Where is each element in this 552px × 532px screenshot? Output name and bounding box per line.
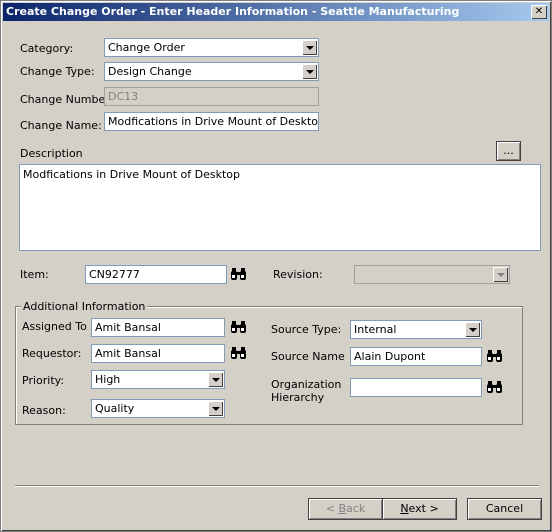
change-type-value: Design Change [108, 65, 192, 78]
chevron-down-icon[interactable] [208, 372, 223, 387]
assigned-to-field[interactable]: Amit Bansal [91, 318, 225, 337]
change-name-label: Change Name: [20, 119, 102, 132]
binoculars-icon[interactable] [230, 346, 247, 360]
dialog-window: Create Change Order - Enter Header Infor… [0, 0, 552, 532]
requestor-label: Requestor: [22, 347, 82, 360]
chevron-down-icon[interactable] [208, 401, 223, 416]
next-rest: ext > [408, 502, 439, 515]
change-type-select[interactable]: Design Change [104, 62, 319, 81]
back-rest: ack [346, 502, 366, 515]
org-hierarchy-field[interactable] [350, 378, 482, 397]
reason-label: Reason: [22, 404, 66, 417]
chevron-down-icon[interactable] [302, 40, 317, 55]
source-type-label: Source Type: [271, 323, 342, 336]
org-hierarchy-label-line1: Organization [271, 378, 342, 391]
change-number-field: DC13 [104, 87, 319, 106]
org-hierarchy-label-line2: Hierarchy [271, 391, 325, 404]
source-type-select[interactable]: Internal [350, 320, 482, 339]
change-type-label: Change Type: [20, 65, 95, 78]
change-name-field[interactable]: Modfications in Drive Mount of Desktop [104, 112, 319, 131]
source-type-value: Internal [354, 323, 397, 336]
source-name-label: Source Name [271, 350, 345, 363]
back-button: < Back [308, 498, 383, 520]
close-button[interactable]: ✕ [531, 5, 547, 19]
item-field[interactable]: CN92777 [85, 265, 227, 284]
chevron-down-icon[interactable] [465, 322, 480, 337]
requestor-field[interactable]: Amit Bansal [91, 344, 225, 363]
description-textarea[interactable]: Modfications in Drive Mount of Desktop [19, 164, 541, 251]
next-button[interactable]: Next > [382, 498, 457, 520]
binoculars-icon[interactable] [230, 267, 247, 281]
binoculars-icon[interactable] [230, 320, 247, 334]
next-accelerator: N [400, 502, 409, 515]
reason-select[interactable]: Quality [91, 399, 225, 418]
category-select[interactable]: Change Order [104, 38, 319, 57]
revision-label: Revision: [273, 268, 323, 281]
additional-info-title: Additional Information [21, 300, 148, 313]
window-title: Create Change Order - Enter Header Infor… [6, 5, 460, 18]
title-bar[interactable]: Create Change Order - Enter Header Infor… [3, 3, 549, 21]
source-name-field[interactable]: Alain Dupont [350, 347, 482, 366]
priority-label: Priority: [22, 374, 65, 387]
category-value: Change Order [108, 41, 185, 54]
chevron-down-icon[interactable] [302, 64, 317, 79]
description-ellipsis-button[interactable]: ... [496, 141, 521, 161]
back-accelerator: B [338, 502, 347, 515]
assigned-to-label: Assigned To [22, 320, 87, 333]
binoculars-icon[interactable] [486, 380, 503, 394]
priority-select[interactable]: High [91, 370, 225, 389]
reason-value: Quality [95, 402, 135, 415]
revision-select [354, 265, 510, 284]
change-number-label: Change Number: [20, 93, 114, 106]
category-label: Category: [20, 42, 74, 55]
item-label: Item: [20, 268, 49, 281]
description-label: Description [20, 147, 83, 160]
footer-separator [15, 485, 539, 487]
priority-value: High [95, 373, 121, 386]
cancel-button[interactable]: Cancel [467, 498, 542, 520]
back-prefix: < [325, 502, 339, 515]
binoculars-icon[interactable] [486, 349, 503, 363]
chevron-down-icon [493, 267, 508, 282]
